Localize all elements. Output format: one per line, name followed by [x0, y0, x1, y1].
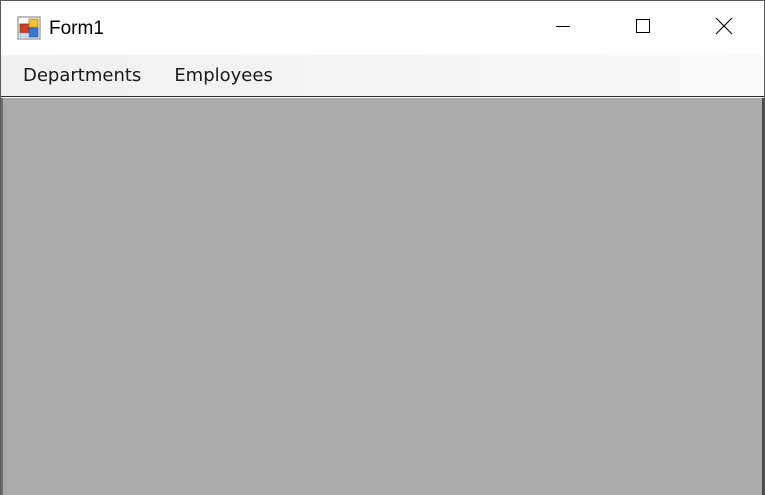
minimize-icon: [555, 18, 571, 39]
form1-window: Form1 Departments Employees: [0, 0, 765, 495]
menu-item-employees[interactable]: Employees: [158, 57, 289, 95]
title-bar[interactable]: Form1: [1, 1, 764, 55]
mdi-client-area[interactable]: [1, 98, 764, 495]
maximize-button[interactable]: [603, 1, 683, 55]
minimize-button[interactable]: [523, 1, 603, 55]
close-icon: [715, 17, 733, 40]
maximize-icon: [635, 18, 651, 39]
app-icon[interactable]: [17, 16, 41, 40]
menu-bar: Departments Employees: [1, 55, 764, 97]
close-button[interactable]: [684, 1, 764, 55]
menu-item-departments[interactable]: Departments: [7, 57, 157, 95]
window-title: Form1: [49, 18, 104, 39]
